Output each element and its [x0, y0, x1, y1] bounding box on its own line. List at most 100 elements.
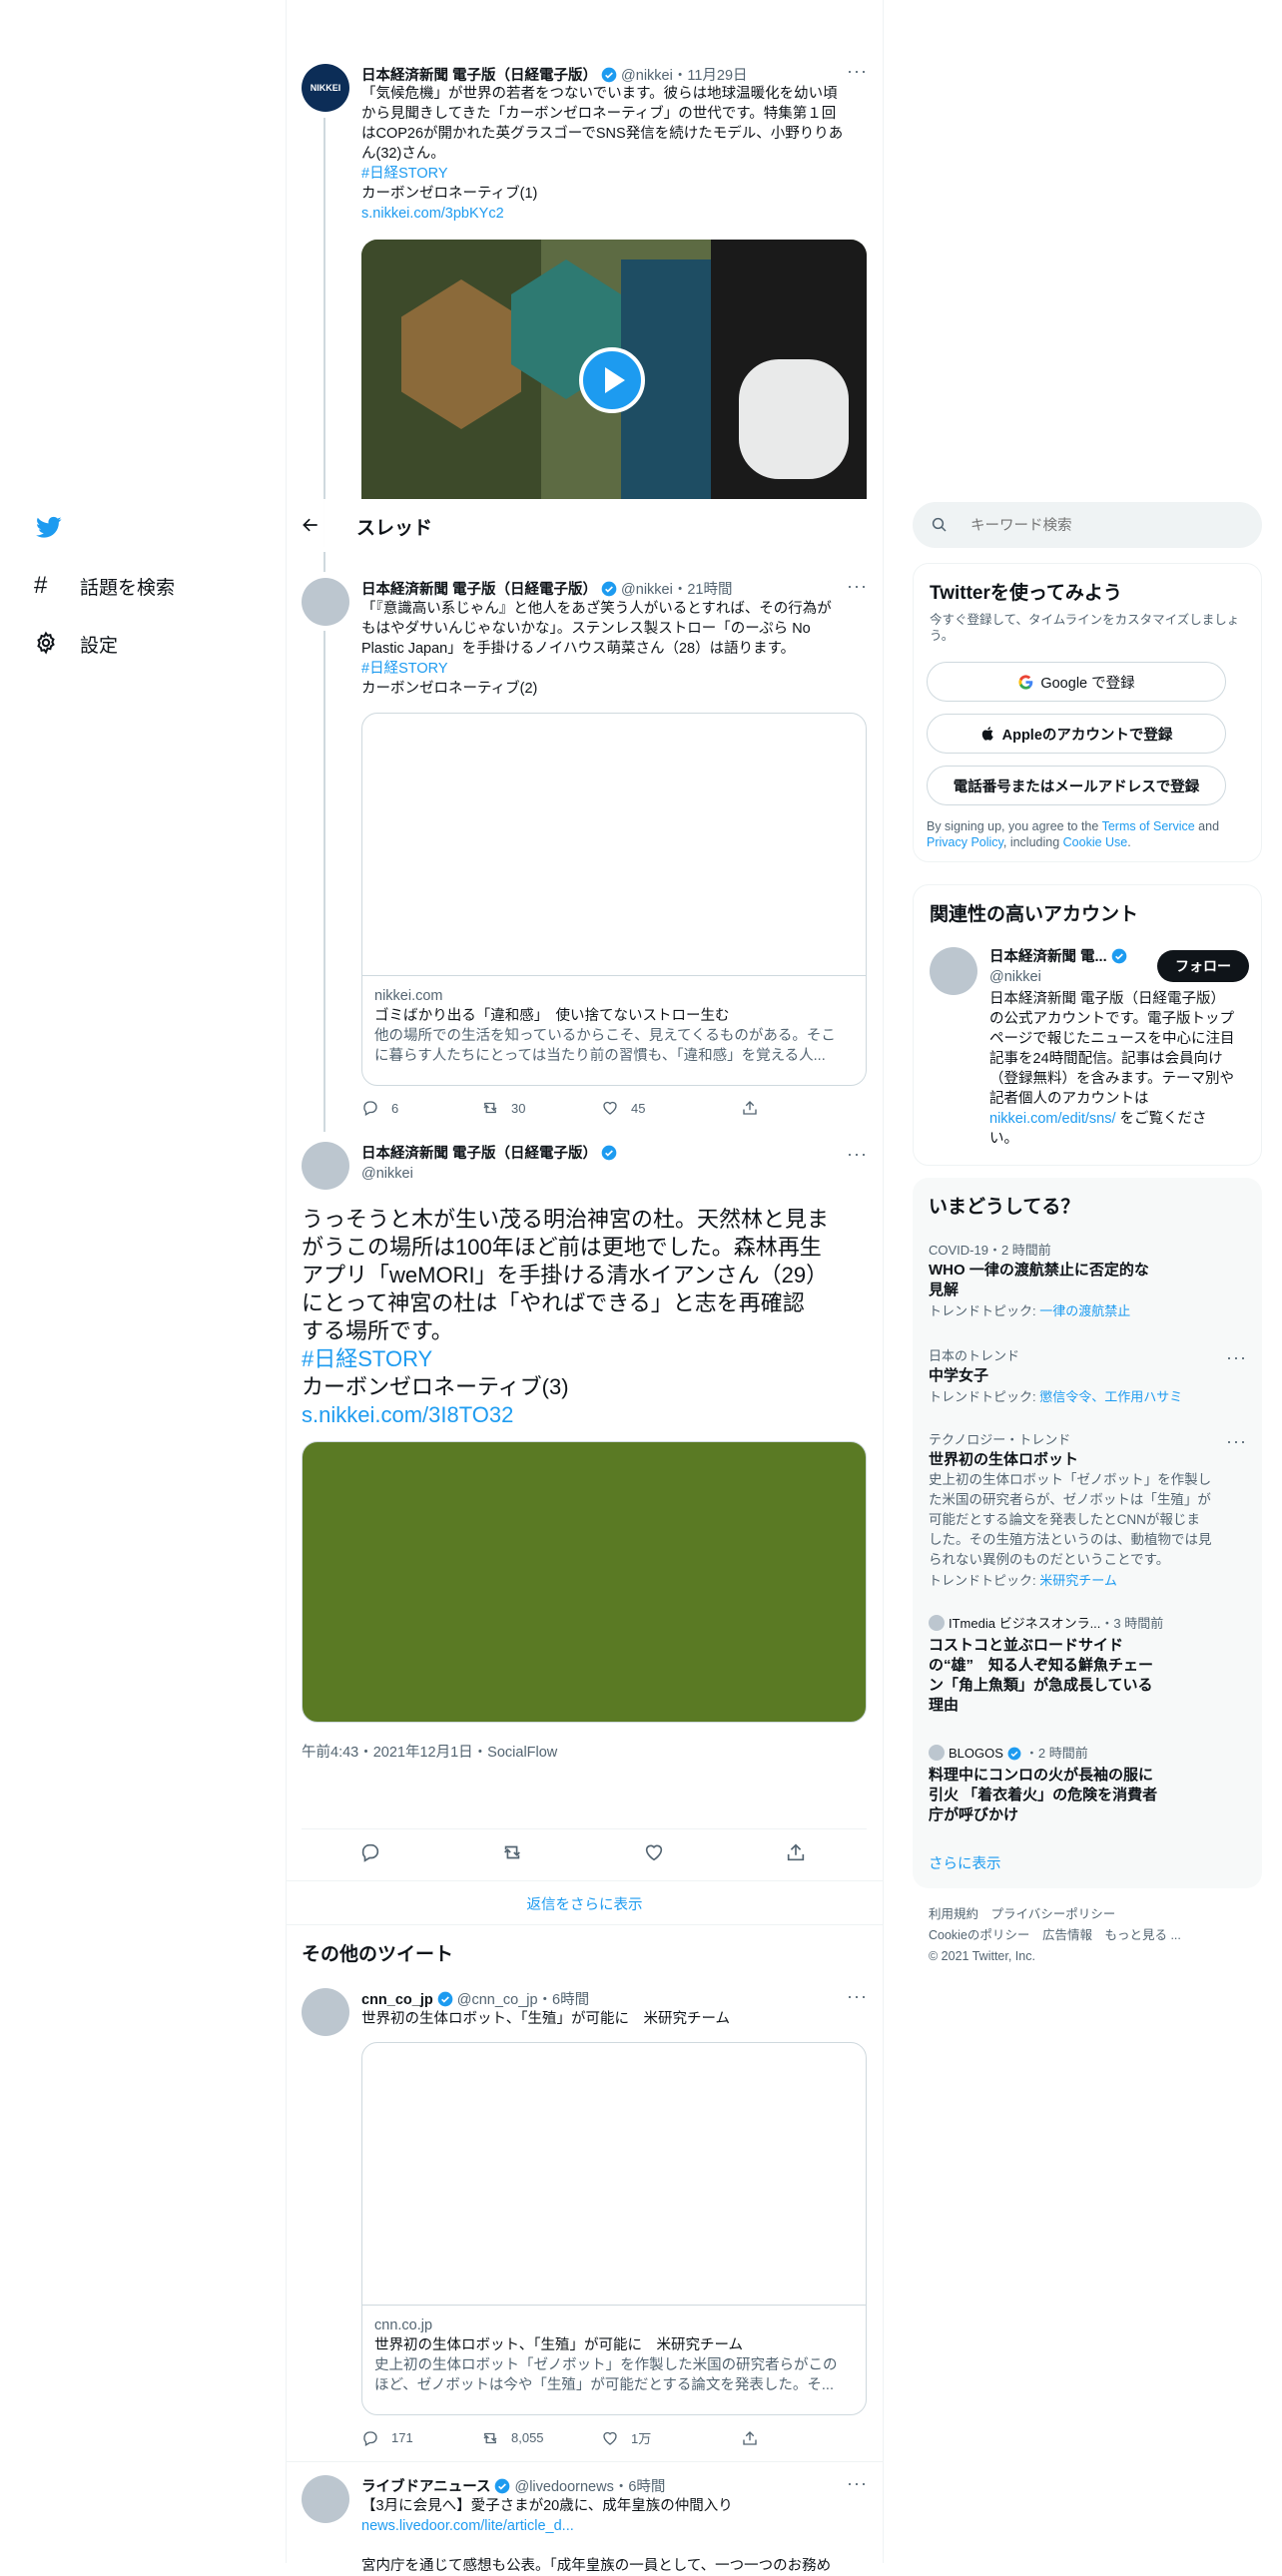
search-box[interactable] — [913, 502, 1262, 548]
privacy-link[interactable]: Privacy Policy — [927, 835, 1003, 849]
tweet-header: 日本経済新聞 電子版（日経電子版） @nikkei・11月29日 — [361, 67, 748, 84]
avatar[interactable] — [302, 2475, 349, 2523]
avatar[interactable] — [930, 947, 977, 995]
cookie-link[interactable]: Cookie Use — [1063, 835, 1128, 849]
author-handle[interactable]: @nikkei — [621, 582, 673, 598]
avatar[interactable] — [302, 1142, 349, 1190]
more-icon[interactable]: ··· — [847, 62, 868, 80]
avatar[interactable] — [302, 578, 349, 626]
share-button[interactable] — [741, 1099, 771, 1117]
show-more-link[interactable]: さらに表示 — [929, 1852, 1001, 1873]
link-card[interactable]: cnn.co.jp 世界初の生体ロボット、「生殖」が可能に 米研究チーム 史上初… — [361, 2042, 867, 2415]
like-button[interactable]: 45 — [601, 1099, 741, 1117]
nav-settings[interactable]: 設定 — [34, 629, 118, 659]
gear-icon — [34, 631, 60, 657]
more-icon[interactable]: ··· — [847, 1145, 868, 1163]
nav-explore[interactable]: # 話題を検索 — [34, 571, 175, 601]
main-tweet-text: うっそうと木が生い茂る明治神宮の杜。天然林と見ま がうこの場所は100年ほど前は… — [302, 1207, 830, 1429]
more-icon[interactable]: ··· — [847, 2474, 868, 2492]
search-icon — [931, 516, 949, 539]
tweet-actions: 6 30 45 — [361, 1099, 771, 1117]
twitter-logo-icon[interactable] — [34, 514, 64, 540]
back-arrow-icon[interactable] — [301, 515, 320, 540]
more-icon[interactable]: ··· — [1226, 1432, 1247, 1450]
footer-link[interactable]: 広告情報 — [1042, 1928, 1092, 1942]
phone-email-signup-button[interactable]: 電話番号またはメールアドレスで登録 — [927, 766, 1226, 805]
trend-item[interactable]: COVID-19・2 時間前 WHO 一律の渡航禁止に否定的な 見解 トレンドト… — [929, 1240, 1248, 1319]
show-more-replies[interactable]: 返信をさらに表示 — [287, 1893, 883, 1914]
tweet-timestamp[interactable]: 午前4:43・2021年12月1日・SocialFlow — [302, 1741, 557, 1762]
card-description: 他の場所での生活を知っているからこそ、見えてくるものがある。そこ — [374, 1028, 836, 1044]
divider — [287, 1880, 883, 1881]
play-icon[interactable] — [579, 347, 645, 413]
link-card[interactable]: nikkei.com ゴミばかり出る「違和感」 使い捨てないストロー生む 他の場… — [361, 713, 867, 1086]
retweet-button[interactable]: 30 — [481, 1099, 601, 1117]
hashtag-link[interactable]: #日経STORY — [361, 659, 832, 679]
tweet-header: cnn_co_jp @cnn_co_jp・6時間 — [361, 1991, 590, 2008]
like-button[interactable]: 1万 — [601, 2428, 741, 2447]
share-button[interactable] — [741, 2428, 771, 2447]
tweet-header: ライブドアニュース @livedoornews・6時間 — [361, 2478, 666, 2495]
more-icon[interactable]: ··· — [847, 577, 868, 595]
more-icon[interactable]: ··· — [1226, 1348, 1247, 1366]
google-icon — [1017, 674, 1034, 691]
author-name[interactable]: ライブドアニュース — [361, 2479, 490, 2495]
card-image — [362, 2043, 866, 2306]
news-item[interactable]: ITmedia ビジネスオンラ...・3 時間前 コストコと並ぶロードサイド の… — [929, 1613, 1248, 1716]
video-thumbnail[interactable] — [361, 240, 867, 499]
avatar[interactable] — [302, 1988, 349, 2036]
author-name[interactable]: cnn_co_jp — [361, 1992, 433, 2008]
share-icon[interactable] — [785, 1841, 807, 1868]
url-link[interactable]: s.nikkei.com/3pbKYc2 — [361, 204, 843, 224]
hashtag-link[interactable]: #日経STORY — [302, 1345, 829, 1373]
more-icon[interactable]: ··· — [847, 1987, 868, 2005]
news-item[interactable]: BLOGOS ・2 時間前 料理中にコンロの火が長袖の服に 引火 「着衣着火」の危… — [929, 1743, 1248, 1825]
source-avatar — [929, 1615, 945, 1631]
tweet-text: 「『意識高い系じゃん』と他人をあざ笑う人がいるとすれば、その行為が もはやダサい… — [361, 601, 832, 697]
hashtag-link[interactable]: #日経STORY — [361, 164, 843, 184]
related-account[interactable]: 日本経済新聞 電... @nikkei — [989, 947, 1131, 987]
author-handle[interactable]: @livedoornews — [514, 2479, 613, 2495]
url-link[interactable]: s.nikkei.com/3I8TO32 — [302, 1401, 829, 1429]
heart-icon[interactable] — [643, 1841, 665, 1868]
retweet-icon[interactable] — [501, 1841, 523, 1868]
author-handle[interactable]: @nikkei — [621, 68, 673, 84]
verified-badge-icon — [1007, 1747, 1021, 1761]
trend-item[interactable]: テクノロジー・トレンド 世界初の生体ロボット 史上初の生体ロボット「ゼノボット」… — [929, 1429, 1248, 1589]
copyright: © 2021 Twitter, Inc. — [929, 1949, 1035, 1963]
google-signup-button[interactable]: Google で登録 — [927, 662, 1226, 702]
author-name[interactable]: 日本経済新聞 電子版（日経電子版） — [361, 68, 597, 84]
follow-button[interactable]: フォロー — [1157, 950, 1249, 982]
author-handle[interactable]: @nikkei — [361, 1164, 621, 1184]
tweet-time[interactable]: 21時間 — [687, 582, 732, 598]
search-input[interactable] — [968, 514, 1242, 538]
tweet-time[interactable]: 11月29日 — [687, 68, 747, 84]
author-name: 日本経済新聞 電... — [989, 949, 1107, 965]
reply-icon[interactable] — [359, 1841, 381, 1868]
trend-item[interactable]: 日本のトレンド 中学女子 トレンドトピック: 懲信令令、工作用ハサミ — [929, 1345, 1248, 1405]
tweet-time[interactable]: 6時間 — [552, 1992, 589, 2008]
verified-badge-icon — [1111, 948, 1127, 964]
source-avatar — [929, 1745, 945, 1761]
footer-link[interactable]: 利用規約 — [929, 1907, 978, 1921]
signup-panel: Twitterを使ってみよう 今すぐ登録して、タイムラインをカスタマイズしましょ… — [913, 563, 1262, 862]
reply-button[interactable]: 6 — [361, 1099, 481, 1117]
footer-link[interactable]: Cookieのポリシー — [929, 1928, 1029, 1942]
apple-signup-button[interactable]: Appleのアカウントで登録 — [927, 714, 1226, 754]
footer-link[interactable]: プライバシーポリシー — [991, 1907, 1116, 1921]
retweet-button[interactable]: 8,055 — [481, 2428, 601, 2447]
author-name[interactable]: 日本経済新聞 電子版（日経電子版） — [361, 582, 597, 598]
reply-button[interactable]: 171 — [361, 2428, 481, 2447]
terms-link[interactable]: Terms of Service — [1102, 819, 1195, 833]
verified-badge-icon — [494, 2478, 510, 2494]
avatar[interactable]: NIKKEI — [302, 64, 349, 112]
url-link[interactable]: news.livedoor.com/lite/article_d... — [361, 2516, 831, 2536]
thread-line — [323, 118, 325, 547]
tweet-image[interactable] — [302, 1441, 867, 1723]
tweet-time[interactable]: 6時間 — [628, 2479, 665, 2495]
author-handle[interactable]: @cnn_co_jp — [457, 1992, 538, 2008]
footer-link[interactable]: もっと見る ... — [1104, 1928, 1180, 1942]
author-handle: @nikkei — [989, 969, 1041, 985]
bio-link[interactable]: nikkei.com/edit/sns/ — [989, 1111, 1116, 1127]
author-name[interactable]: 日本経済新聞 電子版（日経電子版） — [361, 1146, 597, 1162]
